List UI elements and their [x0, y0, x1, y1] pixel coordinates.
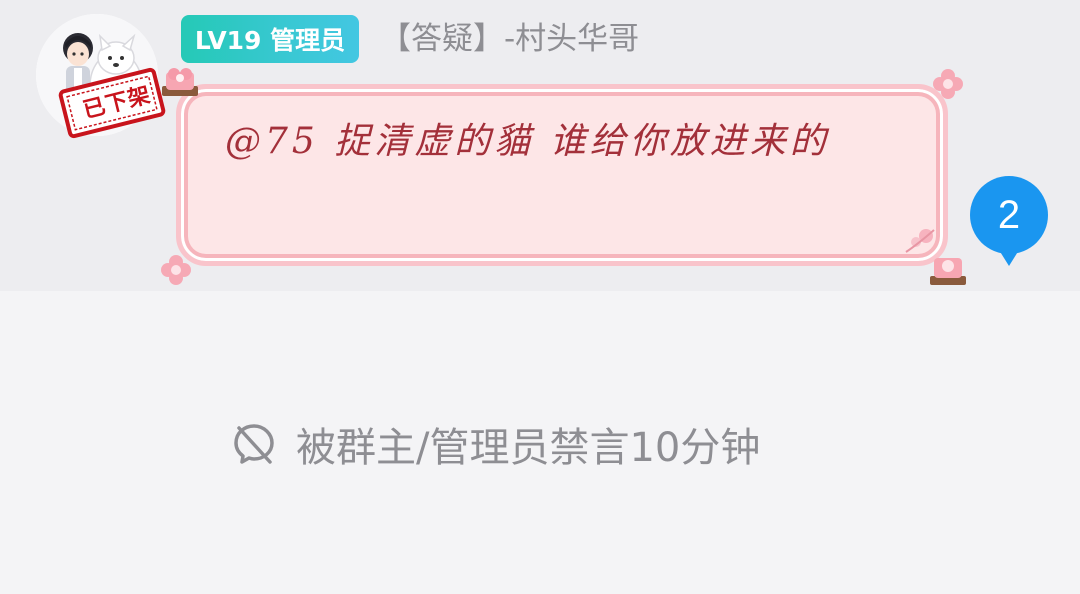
sender-name[interactable]: 【答疑】-村头华哥: [380, 16, 639, 62]
mute-icon: [234, 424, 274, 464]
flower-icon: [161, 255, 191, 285]
mute-notice-text: 被群主/管理员禁言10分钟: [296, 425, 761, 471]
unread-count: 2: [997, 193, 1021, 237]
gift-icon: [162, 68, 198, 96]
message-bubble[interactable]: @75 捉清虚的貓 谁给你放进来的: [176, 84, 948, 266]
gift-icon: [930, 258, 966, 285]
level-badge: LV19 管理员: [181, 15, 359, 63]
mute-notice: 被群主/管理员禁言10分钟: [230, 414, 760, 474]
flower-icon: [905, 229, 935, 253]
flower-icon: [933, 69, 963, 99]
unread-count-badge[interactable]: 2: [968, 176, 1050, 266]
chat-message-area: 已下架 LV19 管理员 【答疑】-村头华哥 @75 捉清虚的貓 谁给你放进来的: [0, 0, 1080, 291]
message-text: @75 捉清虚的貓 谁给你放进来的: [225, 121, 830, 162]
